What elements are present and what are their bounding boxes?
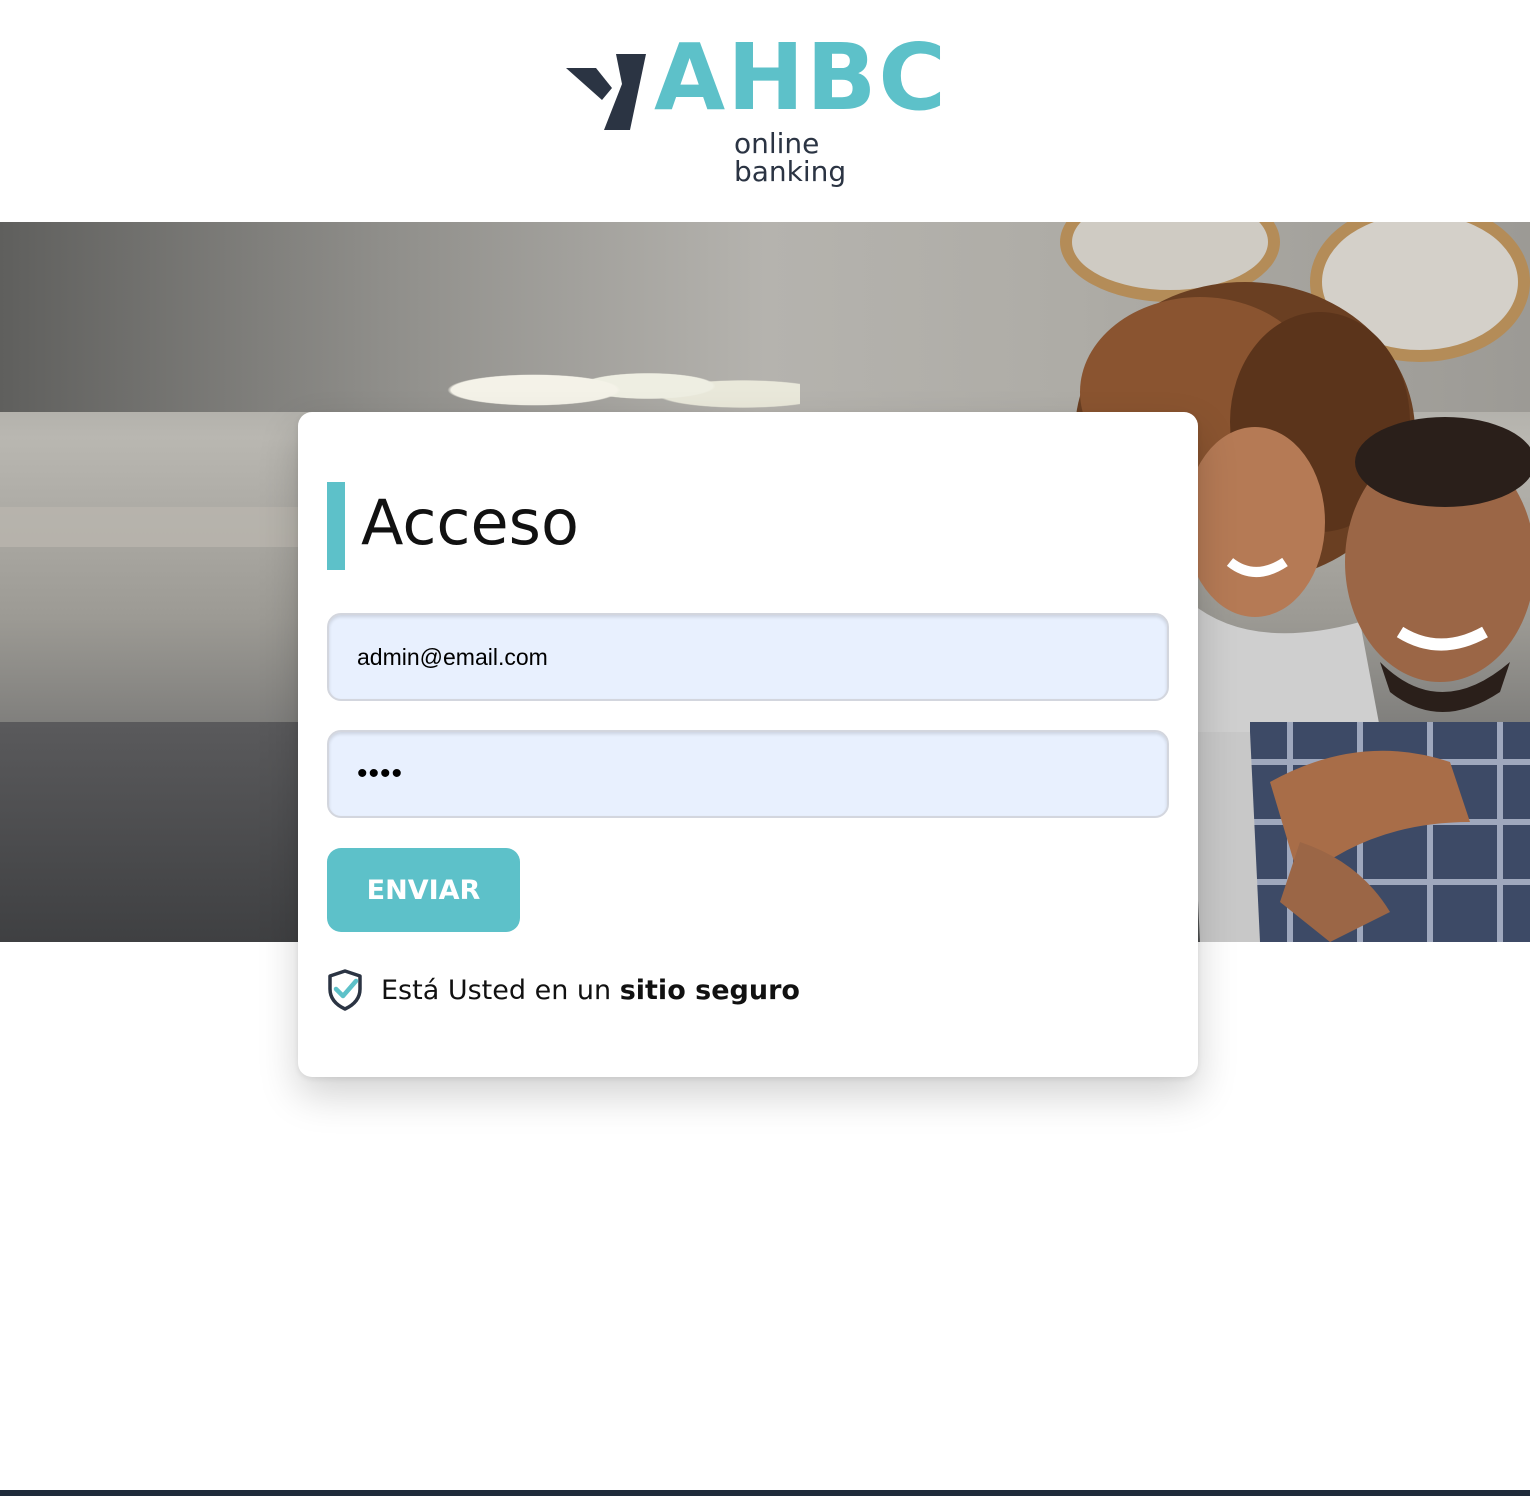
secure-text-prefix: Está Usted en un — [381, 974, 620, 1006]
login-card: Acceso ENVIAR Está Usted en un sitio seg… — [298, 412, 1198, 1077]
brand-logo[interactable]: AHBC online banking — [566, 32, 946, 186]
password-field[interactable] — [327, 730, 1169, 818]
hero-flowers — [420, 342, 800, 422]
footer-strip — [0, 1490, 1530, 1496]
shield-check-icon — [328, 969, 362, 1011]
email-field[interactable] — [327, 613, 1169, 701]
hero-sofa — [0, 722, 330, 942]
secure-site-notice: Está Usted en un sitio seguro — [327, 968, 800, 1012]
page-title: Acceso — [361, 486, 579, 559]
brand-tagline: online banking — [734, 127, 847, 188]
bird-check-icon — [566, 54, 646, 130]
submit-button[interactable]: ENVIAR — [327, 848, 520, 932]
title-accent-bar — [327, 482, 345, 570]
header: AHBC online banking — [0, 0, 1530, 222]
secure-site-text: Está Usted en un sitio seguro — [381, 975, 800, 1006]
brand-name: AHBC — [654, 24, 948, 131]
hero-shelf — [0, 507, 300, 547]
login-page: AHBC online banking Acceso admin@email.c… — [0, 0, 1530, 1496]
secure-text-bold: sitio seguro — [619, 974, 800, 1006]
